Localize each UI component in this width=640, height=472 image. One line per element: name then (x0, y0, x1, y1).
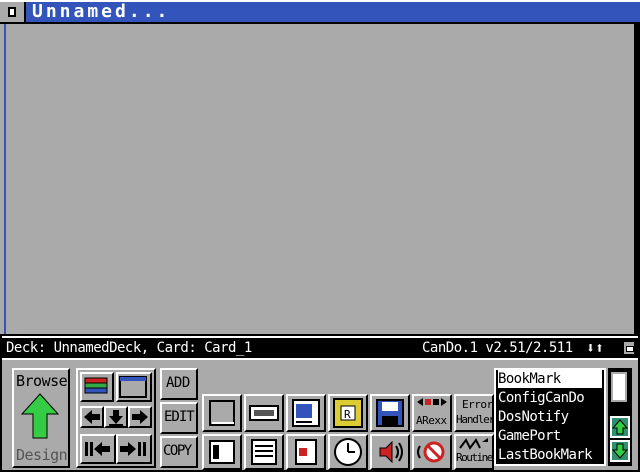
error-handler-button[interactable]: Error Handler (454, 394, 495, 432)
scroll-down-button[interactable] (610, 440, 630, 462)
button-object-icon (249, 405, 279, 421)
list-tool-button[interactable] (244, 434, 284, 470)
timer-tool-button[interactable] (328, 434, 368, 470)
previous-card-button[interactable] (80, 406, 104, 428)
card-canvas[interactable] (4, 24, 636, 334)
svg-text:R: R (344, 408, 351, 421)
arrow-right-icon (132, 410, 148, 424)
list-scrollbar[interactable] (608, 368, 632, 466)
list-item[interactable]: LastBookMark (498, 446, 602, 464)
browse-design-switch[interactable]: Browse Design (12, 368, 70, 468)
edit-label: EDIT (164, 409, 195, 425)
parent-card-button[interactable] (104, 406, 128, 428)
list-item[interactable]: DosNotify (498, 408, 602, 426)
last-card-icon (120, 442, 146, 456)
border-tool-button[interactable] (202, 434, 242, 470)
document-tool-button[interactable] (286, 394, 326, 432)
list-item[interactable]: GamePort (498, 427, 602, 445)
status-bar: Deck: UnnamedDeck, Card: Card_1 CanDo.1 … (2, 336, 638, 358)
list-icon (251, 439, 277, 465)
file-tool-button[interactable] (286, 434, 326, 470)
last-card-button[interactable] (116, 434, 152, 464)
add-label: ADD (166, 375, 190, 391)
add-button[interactable]: ADD (160, 368, 198, 400)
navigation-panel (76, 368, 156, 468)
design-label: Design (16, 446, 68, 464)
first-card-icon (85, 442, 110, 456)
scroll-thumb[interactable] (611, 372, 627, 402)
border-icon (209, 440, 235, 464)
scroll-up-button[interactable] (610, 416, 630, 438)
error-label: Error (462, 398, 493, 411)
disk-tool-button[interactable] (370, 394, 410, 432)
arexx-icon (417, 398, 447, 406)
version-label: CanDo.1 v2.51/2.511 (422, 340, 573, 356)
card-window: Unnamed... (0, 0, 640, 334)
floppy-disk-icon (376, 399, 404, 427)
deck-card-label: Deck: UnnamedDeck, Card: Card_1 (6, 340, 252, 356)
window-title: Unnamed... (32, 1, 171, 22)
routines-icon (459, 438, 488, 450)
handler-label: Handler (456, 413, 495, 426)
toolbox-window: Deck: UnnamedDeck, Card: Card_1 CanDo.1 … (0, 334, 640, 472)
deck-stack-button[interactable] (80, 372, 114, 402)
first-card-button[interactable] (80, 434, 116, 464)
arrow-down-icon (611, 443, 629, 459)
requester-icon: R (333, 398, 363, 428)
window-icon (119, 376, 147, 398)
document-window-icon (292, 399, 320, 427)
arexx-label: ARexx (416, 414, 447, 427)
edit-button[interactable]: EDIT (160, 402, 198, 434)
requester-tool-button[interactable]: R (328, 394, 368, 432)
rectangle-icon (209, 400, 235, 426)
routines-button[interactable]: Routines (454, 434, 498, 470)
stop-tool-button[interactable] (412, 434, 452, 470)
depth-arrows-icon[interactable]: ⬇⬆ (586, 338, 604, 358)
copy-label: COPY (163, 443, 192, 459)
copy-button[interactable]: COPY (160, 436, 198, 468)
close-icon[interactable] (0, 2, 26, 22)
next-card-button[interactable] (128, 406, 152, 428)
card-stack-icon (84, 377, 108, 394)
arrow-down-icon (109, 410, 123, 426)
arrow-left-icon (84, 410, 100, 424)
sound-tool-button[interactable] (370, 434, 410, 470)
routines-label: Routines (456, 451, 498, 464)
list-item[interactable]: BookMark (498, 370, 602, 388)
object-list[interactable]: BookMark ConfigCanDo DosNotify GamePort … (494, 368, 606, 466)
tool-panel: Browse Design ADD EDIT COPY R ARexx Erro… (2, 358, 638, 470)
window-object-button[interactable] (116, 372, 152, 402)
list-item[interactable]: ConfigCanDo (498, 389, 602, 407)
window-zoom-icon[interactable] (622, 340, 636, 356)
speaker-icon (379, 440, 403, 464)
file-icon (295, 439, 317, 465)
button-tool-button[interactable] (244, 394, 284, 432)
rectangle-tool-button[interactable] (202, 394, 242, 432)
up-arrow-icon (20, 393, 60, 439)
arexx-tool-button[interactable]: ARexx (412, 394, 452, 432)
clock-icon (334, 438, 362, 466)
arrow-up-icon (611, 419, 629, 435)
title-bar[interactable]: Unnamed... (0, 0, 640, 24)
browse-label: Browse (16, 372, 68, 390)
no-entry-icon (417, 441, 445, 463)
window-border (634, 24, 640, 334)
